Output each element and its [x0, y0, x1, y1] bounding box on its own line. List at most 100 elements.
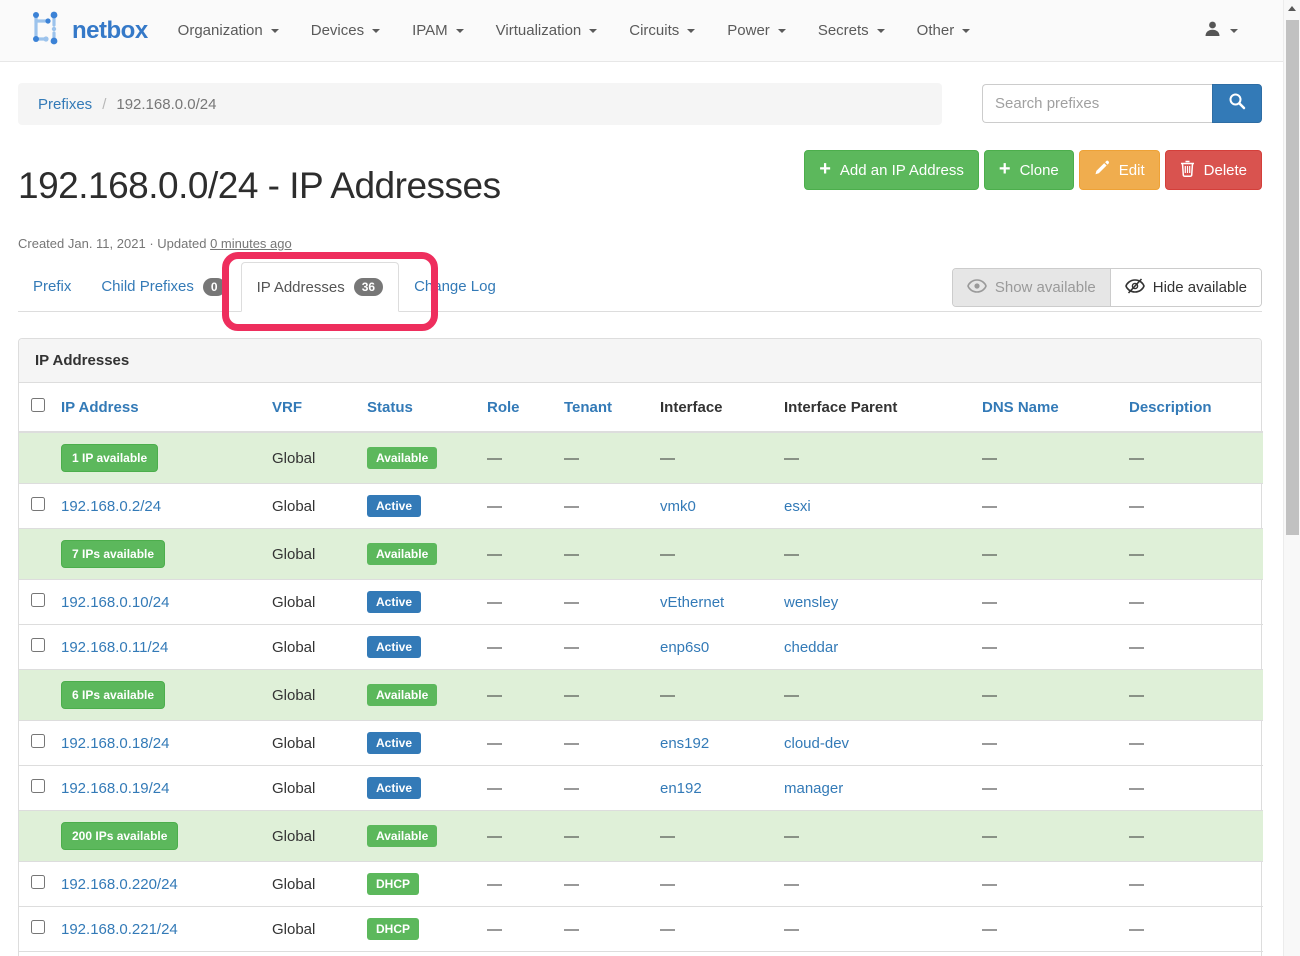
- available-count-button[interactable]: 1 IP available: [61, 444, 158, 472]
- ip-address-link[interactable]: 192.168.0.18/24: [61, 735, 169, 752]
- empty-cell: —: [652, 432, 776, 484]
- tab-child-prefixes[interactable]: Child Prefixes 0: [86, 262, 240, 311]
- search-input[interactable]: [982, 84, 1212, 123]
- menu-other[interactable]: Other: [901, 0, 987, 62]
- row-checkbox[interactable]: [31, 593, 45, 607]
- hide-available-button[interactable]: Hide available: [1111, 269, 1261, 306]
- scrollbar-thumb[interactable]: [1286, 20, 1299, 535]
- add-ip-address-button[interactable]: + Add an IP Address: [804, 150, 979, 190]
- empty-cell: —: [1121, 670, 1263, 721]
- availability-toggle: Show available Hide available: [952, 268, 1262, 307]
- eye-slash-icon: [1125, 278, 1145, 298]
- interface-parent-cell[interactable]: esxi: [776, 484, 974, 529]
- row-checkbox[interactable]: [31, 638, 45, 652]
- interface-parent-cell[interactable]: manager: [776, 766, 974, 811]
- empty-cell: —: [556, 432, 652, 484]
- row-checkbox[interactable]: [31, 497, 45, 511]
- table-header-row: IP Address VRF Status Role Tenant Interf…: [19, 383, 1263, 432]
- page-title: 192.168.0.0/24 - IP Addresses: [18, 165, 501, 207]
- column-role[interactable]: Role: [479, 383, 556, 432]
- row-checkbox[interactable]: [31, 920, 45, 934]
- empty-cell: —: [556, 580, 652, 625]
- interface-parent-cell[interactable]: wensley: [776, 580, 974, 625]
- interface-parent-cell[interactable]: cheddar: [776, 625, 974, 670]
- table-row: 192.168.0.222/24 Global DHCP — — — — — —: [19, 952, 1263, 956]
- breadcrumb-separator: /: [102, 96, 106, 113]
- chevron-down-icon: [962, 29, 970, 33]
- edit-button[interactable]: Edit: [1079, 150, 1160, 190]
- column-description[interactable]: Description: [1121, 383, 1263, 432]
- select-all-checkbox[interactable]: [31, 398, 45, 412]
- empty-cell: —: [776, 670, 974, 721]
- tab-ip-addresses[interactable]: IP Addresses 36: [241, 262, 399, 312]
- search-button[interactable]: [1212, 84, 1262, 123]
- table-row: 192.168.0.10/24 Global Active — — vEther…: [19, 580, 1263, 625]
- show-available-button[interactable]: Show available: [953, 269, 1111, 306]
- child-prefixes-count-badge: 0: [203, 278, 226, 296]
- empty-cell: —: [556, 952, 652, 956]
- interface-cell[interactable]: ens192: [652, 721, 776, 766]
- user-menu[interactable]: [1204, 20, 1238, 42]
- table-row: 192.168.0.2/24 Global Active — — vmk0 es…: [19, 484, 1263, 529]
- column-ip-address[interactable]: IP Address: [53, 383, 264, 432]
- available-count-button[interactable]: 200 IPs available: [61, 822, 178, 850]
- row-checkbox[interactable]: [31, 875, 45, 889]
- table-row: 192.168.0.19/24 Global Active — — en192 …: [19, 766, 1263, 811]
- breadcrumb-current: 192.168.0.0/24: [116, 96, 216, 113]
- menu-circuits[interactable]: Circuits: [613, 0, 711, 62]
- menu-ipam[interactable]: IPAM: [396, 0, 480, 62]
- interface-link: ens192: [660, 735, 709, 752]
- interface-cell[interactable]: enp6s0: [652, 625, 776, 670]
- breadcrumb: Prefixes / 192.168.0.0/24: [18, 83, 942, 125]
- menu-devices[interactable]: Devices: [295, 0, 396, 62]
- empty-cell: —: [556, 670, 652, 721]
- menu-secrets[interactable]: Secrets: [802, 0, 901, 62]
- tab-change-log[interactable]: Change Log: [399, 262, 511, 311]
- ip-address-link[interactable]: 192.168.0.19/24: [61, 780, 169, 797]
- page-scrollbar[interactable]: [1283, 0, 1300, 956]
- column-status[interactable]: Status: [359, 383, 479, 432]
- ip-addresses-count-badge: 36: [354, 278, 383, 296]
- available-range-row: 1 IP available Global Available — — — — …: [19, 432, 1263, 484]
- empty-cell: —: [1121, 862, 1263, 907]
- clone-button[interactable]: + Clone: [984, 150, 1074, 190]
- ip-address-link[interactable]: 192.168.0.2/24: [61, 498, 161, 515]
- menu-organization[interactable]: Organization: [162, 0, 295, 62]
- tab-prefix[interactable]: Prefix: [18, 262, 86, 311]
- menu-virtualization[interactable]: Virtualization: [480, 0, 614, 62]
- column-vrf[interactable]: VRF: [264, 383, 359, 432]
- row-checkbox[interactable]: [31, 779, 45, 793]
- interface-cell[interactable]: vEthernet: [652, 580, 776, 625]
- interface-cell: —: [652, 862, 776, 907]
- vrf-value: Global: [264, 862, 359, 907]
- prefix-search: [982, 84, 1262, 123]
- row-checkbox[interactable]: [31, 734, 45, 748]
- chevron-down-icon: [1230, 29, 1238, 33]
- available-count-button[interactable]: 6 IPs available: [61, 681, 165, 709]
- page-actions: + Add an IP Address + Clone Edit Delete: [804, 150, 1262, 190]
- ip-address-link[interactable]: 192.168.0.11/24: [61, 639, 168, 656]
- status-badge: Available: [367, 684, 437, 706]
- interface-parent-link: manager: [784, 780, 843, 797]
- scrollbar-up-button[interactable]: [1284, 0, 1300, 17]
- empty-cell: —: [556, 721, 652, 766]
- column-tenant[interactable]: Tenant: [556, 383, 652, 432]
- ip-address-link[interactable]: 192.168.0.220/24: [61, 876, 178, 893]
- table-row: 192.168.0.220/24 Global DHCP — — — — — —: [19, 862, 1263, 907]
- interface-cell[interactable]: vmk0: [652, 484, 776, 529]
- netbox-brand[interactable]: netbox: [26, 9, 148, 52]
- ip-address-link[interactable]: 192.168.0.10/24: [61, 594, 169, 611]
- interface-cell[interactable]: en192: [652, 766, 776, 811]
- column-dns-name[interactable]: DNS Name: [974, 383, 1121, 432]
- empty-cell: —: [1121, 625, 1263, 670]
- chevron-down-icon: [372, 29, 380, 33]
- interface-parent-cell[interactable]: cloud-dev: [776, 721, 974, 766]
- empty-cell: —: [974, 766, 1121, 811]
- breadcrumb-prefixes-link[interactable]: Prefixes: [38, 96, 92, 113]
- available-count-button[interactable]: 7 IPs available: [61, 540, 165, 568]
- ip-address-link[interactable]: 192.168.0.221/24: [61, 921, 178, 938]
- delete-button[interactable]: Delete: [1165, 150, 1262, 190]
- vrf-value: Global: [264, 766, 359, 811]
- menu-power[interactable]: Power: [711, 0, 802, 62]
- interface-parent-link: cheddar: [784, 639, 838, 656]
